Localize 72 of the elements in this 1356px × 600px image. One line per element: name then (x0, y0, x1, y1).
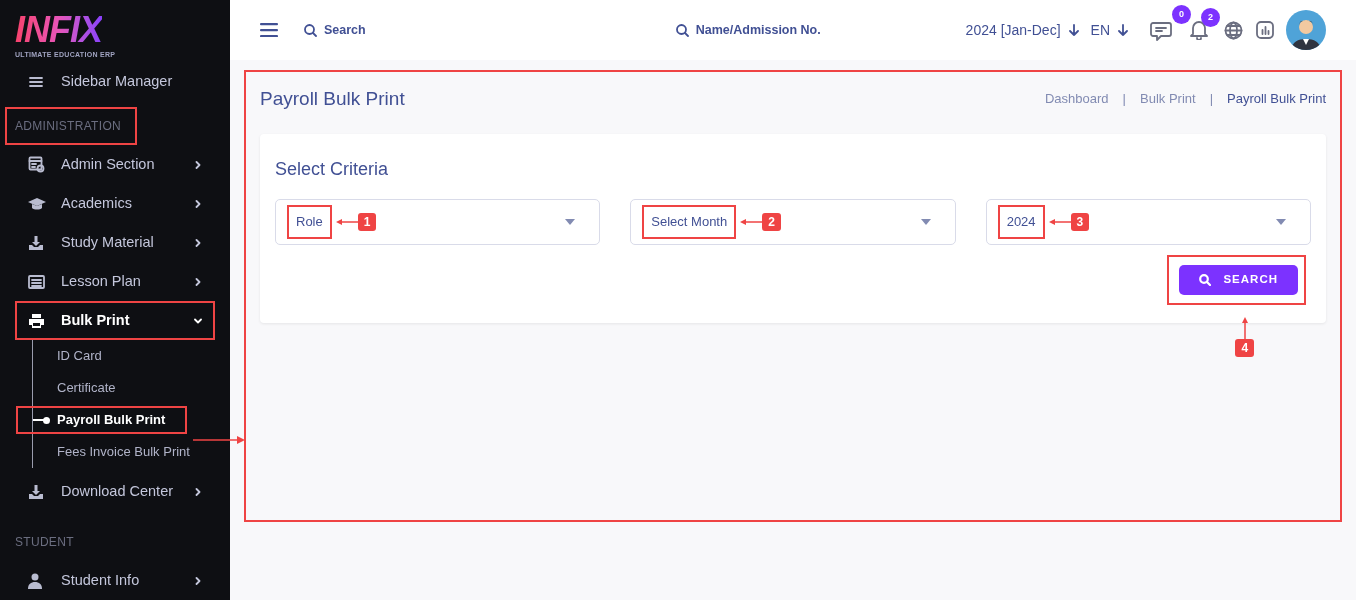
card-title: Select Criteria (275, 158, 390, 181)
chevron-icon (194, 277, 202, 286)
count-badge: 2 (1201, 8, 1220, 27)
search-icon (1199, 274, 1212, 286)
download-icon (28, 483, 44, 500)
chevron-icon (194, 160, 202, 169)
sidebar-item[interactable]: Sidebar Manager (15, 62, 215, 101)
chart-button[interactable] (1256, 21, 1274, 39)
caret-icon (1276, 219, 1286, 225)
leader-line (1048, 218, 1071, 226)
chevron-icon (194, 487, 202, 496)
breadcrumb-link[interactable]: Payroll Bulk Print (1227, 89, 1326, 109)
select-field[interactable]: Role 1 (275, 199, 601, 245)
submenu-item[interactable]: ID Card (57, 346, 102, 366)
callout-badge: 4 (1235, 339, 1255, 357)
chat-icon (1150, 21, 1172, 41)
arrow-down-icon (1068, 24, 1079, 36)
person-icon (28, 572, 42, 589)
sidebar-item[interactable]: Academics (15, 184, 215, 223)
menu-icon (260, 23, 278, 37)
callout-badge: 1 (357, 213, 377, 231)
chat-button[interactable] (1150, 21, 1172, 41)
leader-line (740, 218, 763, 226)
submenu-item[interactable]: Certificate (57, 378, 116, 398)
menu-icon (28, 74, 44, 89)
chevron-icon (194, 238, 202, 247)
download-icon (28, 234, 44, 251)
document-icon (28, 156, 45, 173)
chevron-icon (194, 316, 202, 325)
printer-icon (28, 312, 45, 329)
callout-badge: 2 (762, 213, 781, 231)
select-field[interactable]: 2024 3 (985, 199, 1311, 245)
submenu-item[interactable]: Payroll Bulk Print (57, 410, 166, 430)
avatar-button[interactable] (1286, 10, 1326, 50)
chevron-icon (194, 199, 202, 208)
breadcrumb-separator: | (1122, 90, 1126, 109)
leader-line (335, 218, 358, 226)
caret-icon (920, 219, 931, 225)
search-field[interactable]: Name/Admission No. (675, 20, 821, 40)
search-icon (675, 23, 689, 37)
callout-badge: 3 (1070, 213, 1090, 231)
search-field[interactable]: Search (304, 20, 366, 40)
page-title: Payroll Bulk Print (260, 86, 405, 111)
sidebar-item[interactable]: Download Center (15, 472, 215, 511)
sidebar-item[interactable]: Lesson Plan (15, 262, 215, 301)
graduation-cap-icon (28, 196, 46, 211)
select-field[interactable]: Select Month 2 (630, 199, 956, 245)
section-label: ADMINISTRATION (5, 107, 137, 145)
dropdown[interactable]: 2024 [Jan-Dec] (965, 19, 1079, 41)
list-icon (28, 274, 45, 289)
count-badge: 0 (1172, 5, 1191, 24)
globe-button[interactable] (1224, 20, 1243, 40)
section-label: STUDENT (15, 534, 74, 551)
avatar-icon (1286, 10, 1326, 50)
breadcrumb-separator: | (1209, 90, 1213, 109)
search-button[interactable]: SEARCH (1179, 265, 1298, 295)
globe-icon (1224, 20, 1243, 40)
submenu-item[interactable]: Fees Invoice Bulk Print (57, 442, 190, 462)
sidebar-item[interactable]: Admin Section (15, 145, 215, 184)
sidebar-item[interactable]: Bulk Print (15, 301, 215, 340)
menu-button[interactable] (260, 23, 278, 37)
sidebar-item[interactable]: Student Info (15, 561, 215, 600)
leader-line (1240, 317, 1249, 339)
dropdown[interactable]: EN (1090, 19, 1128, 41)
chevron-icon (194, 576, 202, 585)
bell-button[interactable] (1190, 20, 1208, 40)
caret-icon (565, 219, 576, 225)
arrow-down-icon (1118, 24, 1128, 36)
sidebar-item[interactable]: Study Material (15, 223, 215, 262)
bell-icon (1190, 20, 1208, 40)
chart-icon (1256, 21, 1274, 39)
search-icon (304, 23, 317, 37)
